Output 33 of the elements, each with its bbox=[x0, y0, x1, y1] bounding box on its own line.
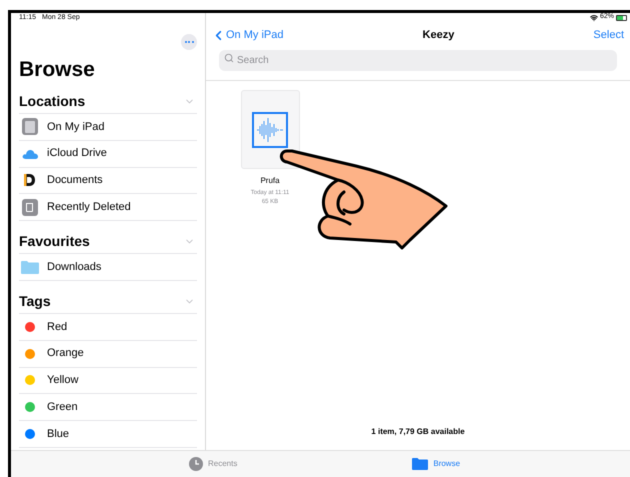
battery-icon bbox=[616, 14, 627, 20]
sidebar-item[interactable]: Red bbox=[19, 314, 197, 341]
folder-icon bbox=[412, 458, 428, 470]
wifi-icon bbox=[590, 14, 598, 22]
sidebar-item[interactable]: On My iPad bbox=[19, 114, 197, 141]
sidebar-item[interactable]: Blue bbox=[19, 421, 197, 448]
search-icon bbox=[224, 52, 234, 62]
clock-icon bbox=[189, 457, 203, 471]
ipad-icon bbox=[22, 118, 38, 136]
folder-title: Keezy bbox=[422, 28, 454, 43]
more-button[interactable] bbox=[181, 34, 197, 50]
folder-icon bbox=[20, 260, 38, 274]
trash-icon bbox=[22, 198, 38, 216]
sidebar-item[interactable]: iCloud Drive bbox=[19, 140, 197, 168]
section-header: Locations bbox=[19, 92, 86, 111]
sidebar-item[interactable]: Downloads bbox=[19, 254, 197, 281]
cloud-icon bbox=[22, 148, 38, 159]
sidebar-item[interactable]: Green bbox=[19, 394, 197, 422]
sidebar-item[interactable]: Documents bbox=[19, 168, 197, 194]
select-button[interactable]: Select bbox=[593, 26, 625, 44]
sidebar-title: Browse bbox=[19, 59, 96, 80]
search-field[interactable]: Search bbox=[219, 50, 617, 71]
section-header: Favourites bbox=[19, 232, 90, 252]
storage-summary: 1 item, 7,79 GB available bbox=[370, 426, 466, 438]
audio-file-icon[interactable] bbox=[240, 90, 300, 169]
file-name: Prufa bbox=[260, 175, 280, 187]
letter-d-logo-icon bbox=[23, 173, 36, 188]
sidebar-item[interactable]: Yellow bbox=[19, 368, 197, 394]
tab-bar-item[interactable]: Browse bbox=[412, 458, 460, 470]
sidebar-item[interactable]: Recently Deleted bbox=[19, 194, 197, 222]
sidebar-item[interactable]: Orange bbox=[19, 340, 197, 368]
section-header: Tags bbox=[19, 292, 51, 311]
back-button[interactable]: On My iPad bbox=[211, 26, 284, 44]
